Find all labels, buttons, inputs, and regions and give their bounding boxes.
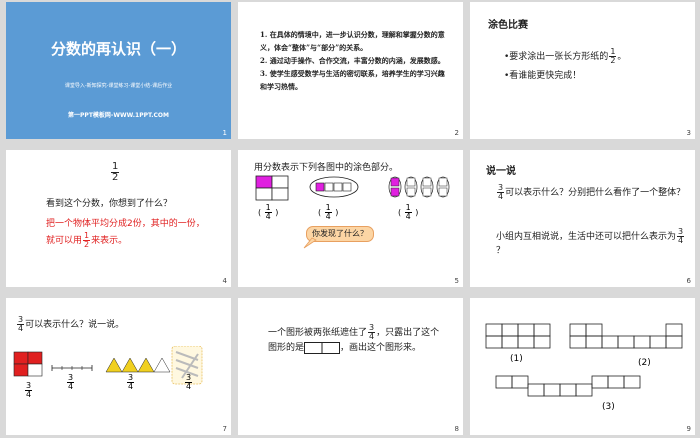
question-text: 看到这个分数，你想到了什么？ xyxy=(46,199,173,209)
shape-3 xyxy=(495,375,641,397)
slide-number: 8 xyxy=(454,425,459,433)
shape-2 xyxy=(569,323,683,349)
fraction-label-1: 34 xyxy=(25,381,33,399)
slide-4[interactable]: 12 看到这个分数，你想到了什么？ 把一个物体平均分成2份，其中的一份， 就可以… xyxy=(6,150,231,287)
shape-1 xyxy=(485,323,551,349)
slide-number: 7 xyxy=(222,425,227,433)
objective-2: 2. 通过动手操作、合作交流，丰富分数的内涵，发展数感。 xyxy=(260,56,445,65)
square-figure xyxy=(255,175,289,201)
red-square-figure xyxy=(13,351,43,377)
slide-number: 4 xyxy=(222,277,227,285)
answer-1: ( 14 ) xyxy=(258,203,279,221)
slide-number: 1 xyxy=(222,129,227,137)
slide-number: 9 xyxy=(686,425,691,433)
big-fraction: 12 xyxy=(111,161,120,183)
objective-1: 1. 在具体的情境中，进一步认识分数，理解和掌握分数的意义，体会“整体”与“部分… xyxy=(260,30,445,52)
question-1: 3 4 可以表示什么？分别把什么看作了一个整体？ xyxy=(497,183,686,201)
slide-7[interactable]: 3 4 可以表示什么？说一说。 34 3 4 3 4 3 4 7 xyxy=(6,298,231,435)
fraction-label-4: 34 xyxy=(185,373,193,391)
slide-number: 3 xyxy=(686,129,691,137)
bubble-tail xyxy=(303,237,317,249)
slide-footer: 第一PPT模板网-WWW.1PPT.COM xyxy=(68,112,169,119)
slide-title: 涂色比赛 xyxy=(488,20,528,31)
question-2: 小组内互相说说，生活中还可以把什么表示为 3 4？ xyxy=(496,227,685,256)
slide-8[interactable]: 一个图形被两张纸遮住了 3 4 ，只露出了这个图形的是 ，画出这个图形来。 8 xyxy=(238,298,463,435)
fraction: 12 xyxy=(609,47,617,65)
exposed-shape xyxy=(304,341,341,354)
objective-3: 3. 使学生感受数学与生活的密切联系，培养学生的学习兴趣和学习热情。 xyxy=(260,69,445,91)
slide-number: 6 xyxy=(686,277,691,285)
slide-1[interactable]: 分数的再认识（一） 课堂导入-新知探究-课堂练习-课堂小结-课后作业 第一PPT… xyxy=(6,2,231,139)
triangles-figure xyxy=(105,357,171,373)
slide-5[interactable]: 用分数表示下列各图中的涂色部分。 (1 4) (1 4) (1 4)… xyxy=(238,150,463,287)
answer-2: ( 14 ) xyxy=(318,203,339,221)
slide-number: 2 xyxy=(454,129,459,137)
label-3: (3) xyxy=(602,402,615,412)
explain-line-2: 就可以用 1 2 来表示。 xyxy=(46,231,128,249)
bullet-2: •看谁能更快完成！ xyxy=(504,71,582,81)
example-figures xyxy=(13,346,203,385)
slide-3[interactable]: 涂色比赛 •要求涂出一张长方形纸的 1 2。 •看谁能更快完成！ 3 xyxy=(470,2,695,139)
slide-number: 5 xyxy=(454,277,459,285)
heading: 3 4 可以表示什么？说一说。 xyxy=(17,315,125,333)
slide-subtitle: 课堂导入-新知探究-课堂练习-课堂小结-课后作业 xyxy=(64,83,173,89)
label-2: (2) xyxy=(638,358,651,368)
fraction-label-3: 34 xyxy=(127,373,135,391)
fraction-label-2: 34 xyxy=(67,373,75,391)
answer-3: ( 14 ) xyxy=(398,203,419,221)
explain-line-1: 把一个物体平均分成2份，其中的一份， xyxy=(46,219,205,229)
line-segment-figure xyxy=(51,365,93,371)
bullet-1: •要求涂出一张长方形纸的 1 2。 xyxy=(504,47,627,65)
ovals-figure xyxy=(388,176,450,198)
slide-9[interactable]: (1) (2) (3) 9 xyxy=(470,298,695,435)
slide-title: 分数的再认识（一） xyxy=(50,40,186,58)
slide-6[interactable]: 说一说 3 4 可以表示什么？分别把什么看作了一个整体？ 小组内互相说说，生活中还可… xyxy=(470,150,695,287)
strip-figure xyxy=(309,176,359,198)
problem-text: 一个图形被两张纸遮住了 3 4 ，只露出了这个图形的是 ，画出这个图形来。 xyxy=(268,323,440,354)
slide-2[interactable]: 1. 在具体的情境中，进一步认识分数，理解和掌握分数的意义，体会“整体”与“部分… xyxy=(238,2,463,139)
grid-shapes xyxy=(485,323,683,397)
label-1: (1) xyxy=(510,354,523,364)
slide-title: 说一说 xyxy=(486,166,516,177)
